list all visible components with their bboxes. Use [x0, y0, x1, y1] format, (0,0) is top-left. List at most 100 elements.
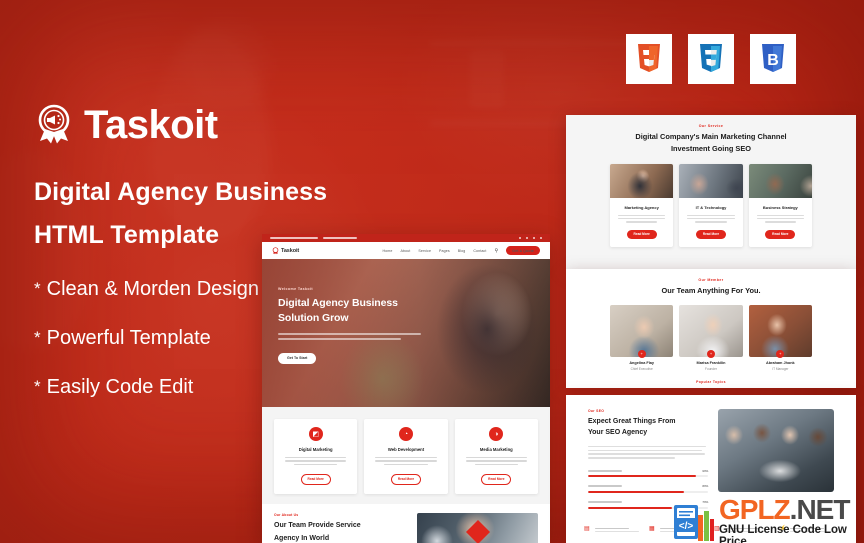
- member-name: Angelina Flay: [629, 360, 654, 365]
- watermark-name-part2: NET: [796, 494, 850, 525]
- member-role: IT Manager: [772, 366, 789, 371]
- card-title: Business Strategy: [762, 204, 798, 210]
- progress-track: [588, 475, 709, 478]
- read-more-button[interactable]: Read More: [390, 474, 422, 485]
- feature-item: ▤: [584, 526, 643, 534]
- nav-item-contact[interactable]: Contact: [473, 249, 486, 253]
- chart-icon: ◩: [308, 427, 323, 441]
- team-kicker: Our About Us: [274, 513, 299, 518]
- card-image: [748, 163, 812, 198]
- gplz-code-document-icon: </>: [672, 503, 716, 543]
- list-item: * Easily Code Edit: [34, 377, 259, 397]
- hero-title-line-2: Solution Grow: [278, 312, 349, 325]
- html5-badge-icon: [626, 34, 672, 84]
- mockup-logo[interactable]: Taskoit: [272, 246, 300, 255]
- feature-list: * Clean & Morden Design * Powerful Templ…: [34, 279, 259, 426]
- panel-services: Our Service Digital Company's Main Marke…: [566, 115, 856, 269]
- service-card[interactable]: ◔ Web Development Read More: [364, 419, 448, 495]
- plus-icon[interactable]: +: [706, 349, 715, 358]
- bullet-star-icon: *: [34, 328, 41, 347]
- mockup-team-section: Our About Us Our Team Provide Service Ag…: [262, 504, 550, 543]
- hero-title-line-1: Digital Agency Business: [278, 297, 398, 309]
- member-name: Marisa Frankilin: [696, 360, 726, 365]
- service-card[interactable]: ◩ Digital Marketing Read More: [274, 419, 358, 495]
- bootstrap-badge-icon: B: [750, 34, 796, 84]
- card-image: [610, 163, 674, 198]
- watermark-tagline: GNU License Code Low Price: [719, 523, 847, 543]
- progress-value: 90%: [702, 468, 709, 473]
- team-photo: [417, 513, 538, 543]
- service-card[interactable]: Marketing Agency Read More: [610, 163, 674, 247]
- card-image: [679, 163, 743, 198]
- watermark-name: GPLZ.NET: [719, 496, 864, 524]
- team-member-card[interactable]: + Angelina Flay Chief Executive: [610, 304, 674, 371]
- headline-line-1: Digital Agency Business: [34, 178, 328, 206]
- discount-badge: [465, 519, 490, 543]
- hero-cta-button[interactable]: Get To Start: [278, 352, 317, 364]
- member-role: Founder: [705, 366, 717, 371]
- nav-item-pages[interactable]: Pages: [439, 249, 450, 253]
- progress-label: [588, 485, 622, 488]
- feature-label: Easily Code Edit: [46, 376, 194, 398]
- team-member-card[interactable]: + Abraham Jhonk IT Manager: [748, 304, 812, 371]
- plus-icon[interactable]: +: [637, 349, 646, 358]
- feature-label: Powerful Template: [46, 327, 211, 349]
- read-more-button[interactable]: Read More: [300, 474, 331, 485]
- member-role: Chief Executive: [630, 366, 653, 371]
- read-more-button[interactable]: Read More: [626, 229, 657, 239]
- section-title-line-2: Investment Going SEO: [670, 143, 752, 153]
- feature-label: Clean & Morden Design: [46, 278, 259, 300]
- service-card[interactable]: Business Strategy Read More: [748, 163, 812, 247]
- megaphone-icon: ◑: [489, 427, 504, 441]
- progress-label: [588, 469, 622, 472]
- clients-kicker: Popular Topics: [696, 379, 726, 384]
- progress-row: 80%: [588, 484, 709, 494]
- brand-name: Taskoit: [84, 103, 218, 147]
- card-title: Marketing Agency: [624, 204, 659, 210]
- read-more-button[interactable]: Read More: [481, 474, 512, 485]
- watermark-name-part1: GPLZ: [719, 494, 791, 525]
- code-icon: ◔: [398, 427, 413, 441]
- seo-title-line-2: Your SEO Agency: [588, 428, 648, 436]
- mockup-logo-text: Taskoit: [281, 247, 300, 254]
- brand-logo: Taskoit: [34, 103, 218, 147]
- card-title: IT & Technology: [695, 204, 727, 210]
- book-icon: ▤: [584, 526, 590, 532]
- clients-title: Global Clients Our Awesome: [566, 387, 856, 388]
- grid-icon: ▦: [649, 526, 655, 532]
- section-kicker: Our Service: [698, 124, 724, 128]
- read-more-button[interactable]: Read More: [695, 229, 726, 239]
- svg-text:</>: </>: [679, 521, 694, 532]
- team-member-card[interactable]: + Marisa Frankilin Founder: [679, 304, 743, 371]
- nav-item-home[interactable]: Home: [382, 249, 392, 253]
- team-kicker: Our Member: [698, 278, 724, 282]
- svg-text:B: B: [767, 52, 779, 69]
- badge-megaphone-icon: [34, 103, 74, 147]
- tech-badges: B: [626, 34, 796, 84]
- search-icon[interactable]: ⚲: [494, 248, 498, 254]
- mockup-menu: Home About Service Pages Blog Contact ⚲ …: [382, 246, 540, 255]
- bullet-star-icon: *: [34, 279, 41, 298]
- panel-team: Our Member Our Team Anything For You. + …: [566, 269, 856, 388]
- seo-title-line-1: Expect Great Things From: [588, 418, 676, 425]
- list-item: * Powerful Template: [34, 328, 259, 348]
- mockup-navbar: Taskoit Home About Service Pages Blog Co…: [262, 242, 550, 259]
- nav-item-about[interactable]: About: [400, 249, 410, 253]
- seo-kicker: Our SEO: [588, 409, 605, 413]
- center-website-mockup: Taskoit Home About Service Pages Blog Co…: [262, 234, 550, 543]
- service-card[interactable]: ◑ Media Marketing Read More: [454, 419, 538, 495]
- nav-item-blog[interactable]: Blog: [458, 249, 466, 253]
- progress-track: [588, 491, 709, 494]
- plus-icon[interactable]: +: [776, 349, 785, 358]
- progress-row: 90%: [588, 468, 709, 478]
- service-card[interactable]: IT & Technology Read More: [679, 163, 743, 247]
- nav-item-service[interactable]: Service: [418, 249, 431, 253]
- get-a-quote-button[interactable]: Get A Quote: [506, 246, 540, 255]
- bullet-star-icon: *: [34, 377, 41, 396]
- service-card-title: Web Development: [387, 447, 425, 452]
- read-more-button[interactable]: Read More: [765, 229, 796, 239]
- mockup-service-cards: ◩ Digital Marketing Read More ◔ Web Deve…: [262, 407, 550, 505]
- team-title-line-1: Our Team Provide Service: [274, 522, 361, 530]
- service-card-title: Digital Marketing: [298, 447, 333, 452]
- team-title-line-2: Agency In World: [274, 534, 330, 542]
